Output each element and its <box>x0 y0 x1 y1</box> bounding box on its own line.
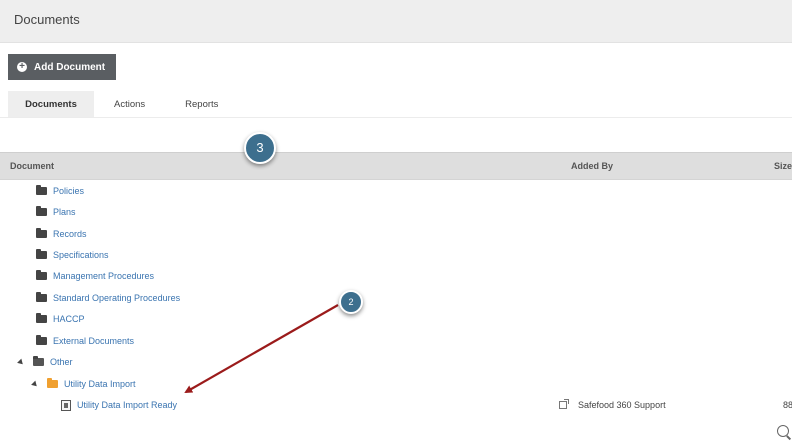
table-row[interactable]: HACCP <box>36 310 85 328</box>
row-name[interactable]: Utility Data Import Ready <box>77 400 177 410</box>
tab-actions[interactable]: Actions <box>100 91 159 117</box>
search-icon[interactable] <box>777 425 789 437</box>
row-added-by: Safefood 360 Support <box>578 400 666 410</box>
file-icon <box>61 399 71 411</box>
page-header: Documents <box>0 0 792 43</box>
plus-icon: + <box>17 62 27 72</box>
table-header: Document Added By Size <box>0 152 792 180</box>
tabs-divider <box>0 117 792 118</box>
folder-open-icon <box>33 356 44 366</box>
table-row[interactable]: Management Procedures <box>36 267 154 285</box>
add-document-button[interactable]: + Add Document <box>8 54 116 80</box>
table-row[interactable]: Utility Data Import <box>31 375 136 393</box>
row-size: 88 <box>783 400 792 410</box>
column-header-document[interactable]: Document <box>10 161 54 171</box>
tab-reports[interactable]: Reports <box>171 91 232 117</box>
row-name[interactable]: Specifications <box>53 250 109 260</box>
folder-orange-icon <box>47 378 58 388</box>
folder-icon <box>36 270 47 280</box>
row-name[interactable]: Policies <box>53 186 84 196</box>
row-name[interactable]: External Documents <box>53 336 134 346</box>
row-name[interactable]: Records <box>53 229 87 239</box>
folder-icon <box>36 292 47 302</box>
column-header-added-by[interactable]: Added By <box>571 161 613 171</box>
tab-bar: Documents Actions Reports <box>8 91 232 117</box>
folder-icon <box>36 228 47 238</box>
row-name[interactable]: Other <box>50 357 73 367</box>
folder-icon <box>36 249 47 259</box>
row-name[interactable]: Plans <box>53 207 76 217</box>
column-header-size[interactable]: Size <box>774 161 792 171</box>
row-name[interactable]: Standard Operating Procedures <box>53 293 180 303</box>
folder-icon <box>36 313 47 323</box>
step-badge-3: 3 <box>244 132 276 164</box>
table-row[interactable]: Specifications <box>36 246 109 264</box>
page-title: Documents <box>14 12 80 27</box>
external-link-icon[interactable] <box>559 399 569 409</box>
table-row[interactable]: External Documents <box>36 332 134 350</box>
table-row[interactable]: Standard Operating Procedures <box>36 289 180 307</box>
step-badge-2: 2 <box>339 290 363 314</box>
collapse-triangle-icon[interactable] <box>17 358 25 366</box>
table-row-file[interactable]: Utility Data Import Ready Safefood 360 S… <box>0 396 792 414</box>
tab-documents[interactable]: Documents <box>8 91 94 117</box>
table-row[interactable]: Other <box>17 353 73 371</box>
row-name[interactable]: Management Procedures <box>53 271 154 281</box>
row-name[interactable]: HACCP <box>53 314 85 324</box>
folder-icon <box>36 206 47 216</box>
folder-icon <box>36 335 47 345</box>
table-row[interactable]: Policies <box>36 182 84 200</box>
table-row[interactable]: Records <box>36 225 87 243</box>
collapse-triangle-icon[interactable] <box>31 380 39 388</box>
row-name[interactable]: Utility Data Import <box>64 379 136 389</box>
folder-icon <box>36 185 47 195</box>
add-document-label: Add Document <box>34 61 106 73</box>
table-row[interactable]: Plans <box>36 203 76 221</box>
